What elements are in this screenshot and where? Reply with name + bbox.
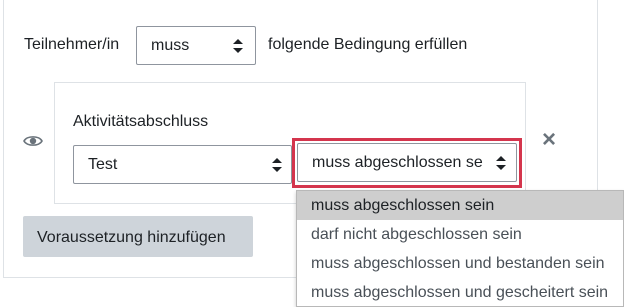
completion-select-value: muss abgeschlossen se [312, 154, 483, 171]
participant-prefix-label: Teilnehmer/in [24, 36, 120, 53]
dropdown-option[interactable]: muss abgeschlossen und gescheitert sein [297, 278, 623, 307]
completion-condition-select[interactable]: muss abgeschlossen se [297, 143, 517, 182]
select-arrows-icon [233, 39, 243, 53]
condition-suffix-label: folgende Bedingung erfüllen [268, 36, 468, 53]
activity-select-value: Test [88, 156, 118, 173]
dropdown-option[interactable]: darf nicht abgeschlossen sein [297, 220, 623, 249]
activity-select[interactable]: Test [73, 145, 292, 184]
close-icon[interactable]: × [542, 128, 556, 152]
dropdown-option[interactable]: muss abgeschlossen und bestanden sein [297, 249, 623, 278]
completion-options-dropdown: muss abgeschlossen sein darf nicht abges… [296, 190, 624, 307]
select-arrows-icon [496, 156, 506, 170]
select-arrows-icon [272, 158, 282, 172]
add-restriction-button[interactable]: Voraussetzung hinzufügen [23, 216, 253, 257]
eye-icon[interactable] [23, 134, 43, 148]
condition-mode-value: muss [151, 37, 190, 54]
restriction-type-label: Aktivitätsabschluss [73, 113, 209, 130]
condition-mode-select[interactable]: muss [136, 26, 256, 65]
dropdown-option[interactable]: muss abgeschlossen sein [297, 191, 623, 220]
